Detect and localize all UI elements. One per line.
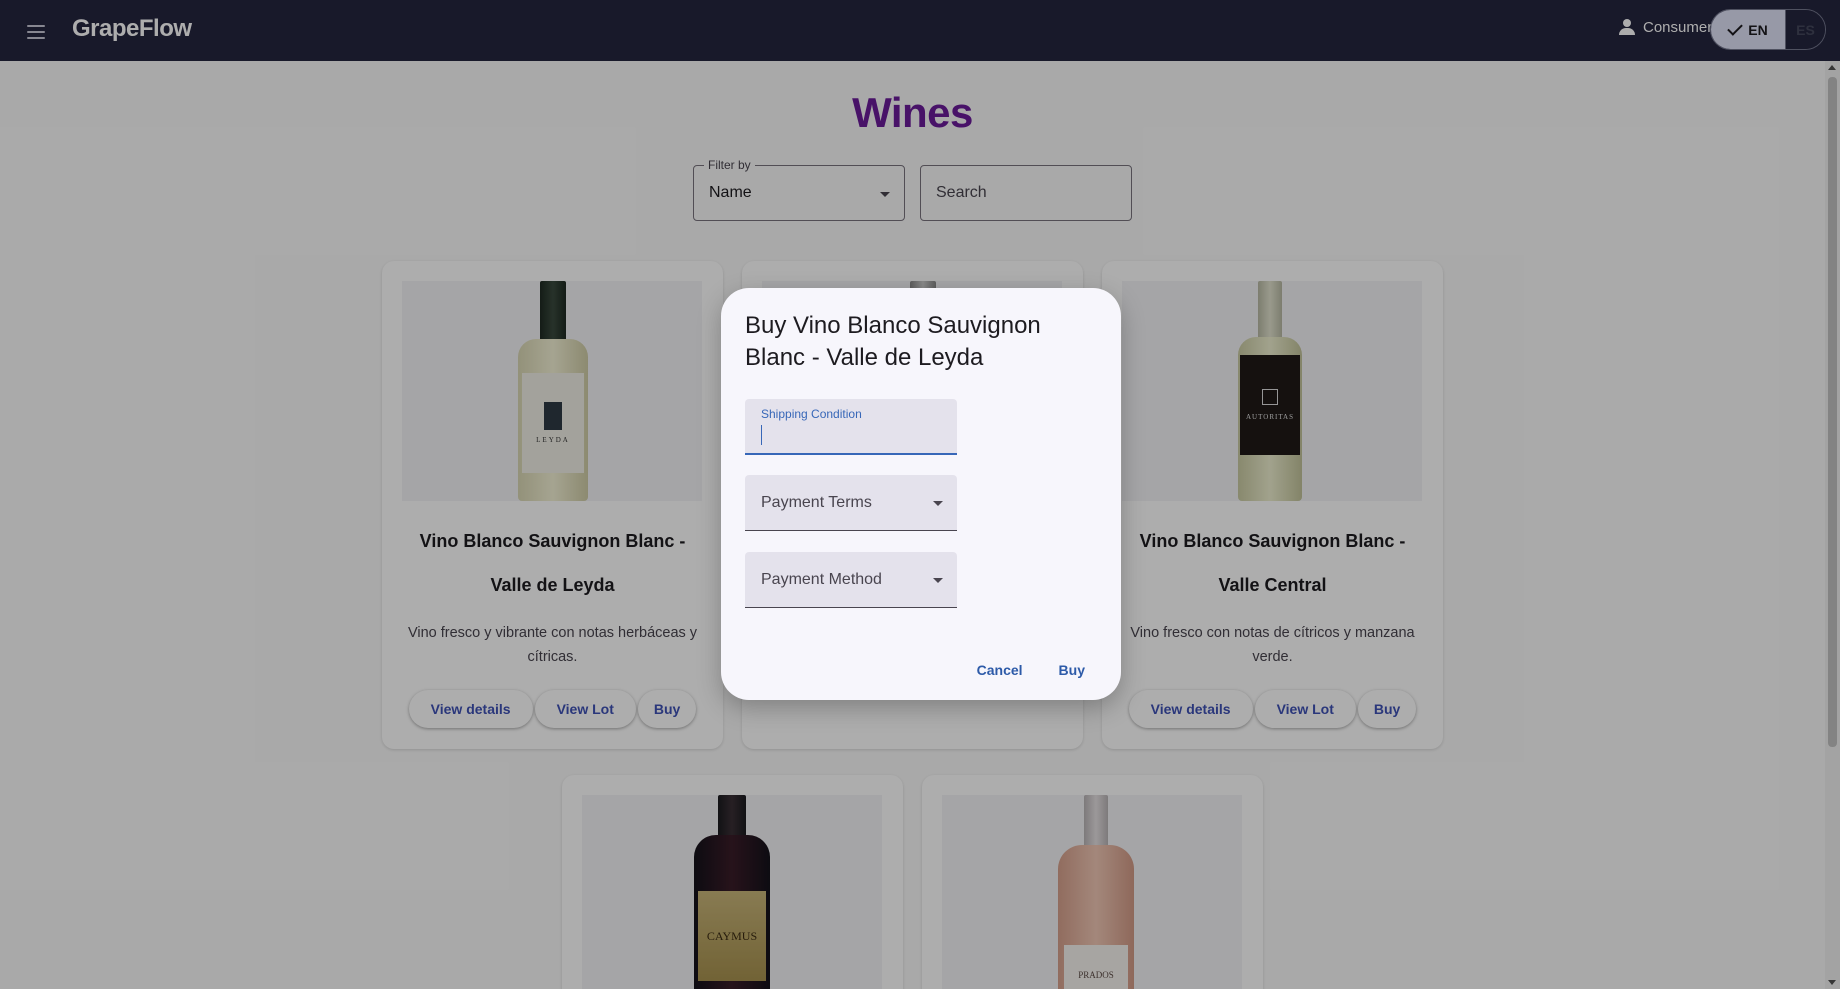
buy-dialog: Buy Vino Blanco Sauvignon Blanc - Valle …: [721, 288, 1121, 700]
dialog-title: Buy Vino Blanco Sauvignon Blanc - Valle …: [745, 312, 1041, 371]
cancel-button[interactable]: Cancel: [965, 654, 1035, 686]
payment-terms-select[interactable]: Payment Terms: [745, 475, 957, 531]
text-caret: [761, 425, 762, 445]
shipping-condition-field[interactable]: Shipping Condition: [745, 399, 957, 455]
dropdown-arrow-icon: [933, 501, 943, 506]
payment-method-label: Payment Method: [761, 571, 882, 588]
payment-method-select[interactable]: Payment Method: [745, 552, 957, 608]
shipping-condition-label: Shipping Condition: [761, 407, 862, 421]
confirm-buy-button[interactable]: Buy: [1047, 654, 1097, 686]
dialog-actions: Cancel Buy: [965, 654, 1097, 686]
dropdown-arrow-icon: [933, 578, 943, 583]
payment-terms-label: Payment Terms: [761, 494, 872, 511]
